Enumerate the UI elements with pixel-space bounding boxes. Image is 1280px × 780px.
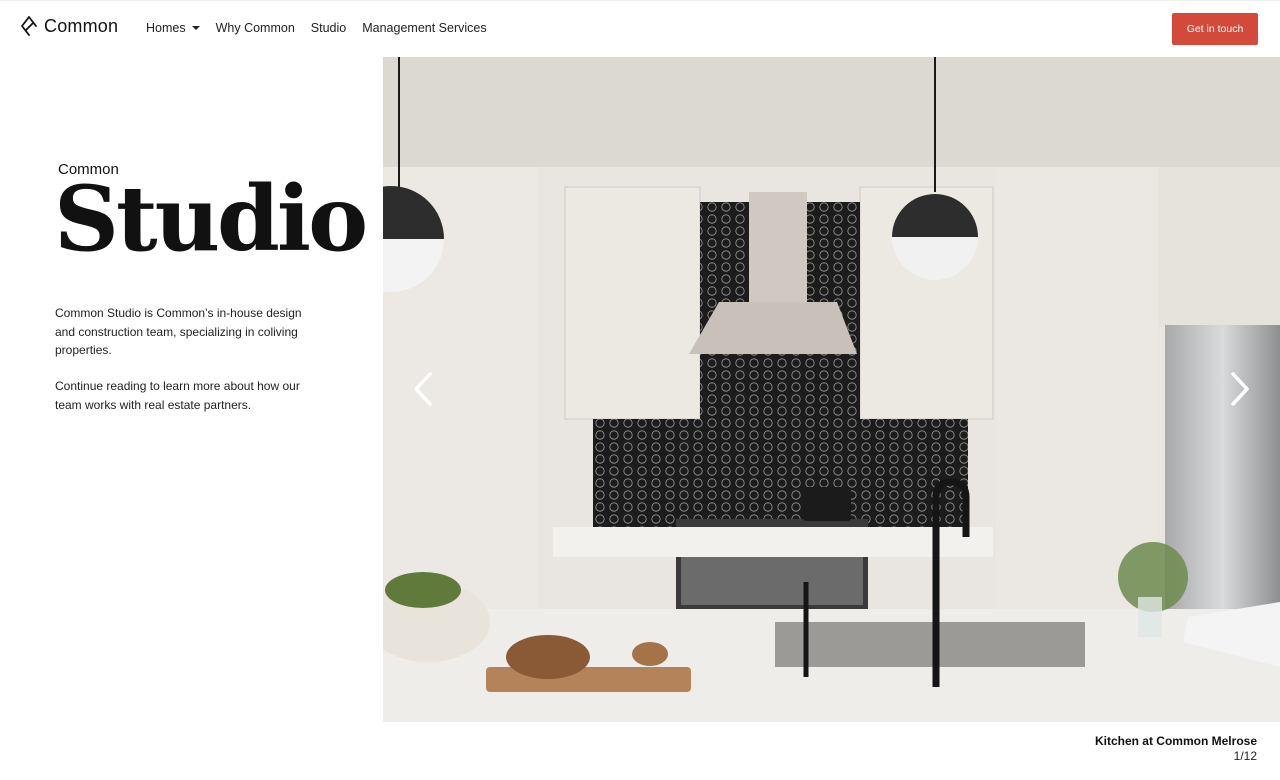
intro-paragraph: Common Studio is Common’s in-house desig… <box>55 306 302 357</box>
nav-homes-label: Homes <box>146 21 186 35</box>
nav-management-services[interactable]: Management Services <box>362 21 486 35</box>
nav-management-services-label: Management Services <box>362 21 487 35</box>
brand-name: Common <box>44 15 119 36</box>
nav-homes[interactable]: Homes <box>146 21 200 35</box>
gallery-prev-button[interactable] <box>403 369 443 409</box>
nav-why-common[interactable]: Why Common <box>216 21 295 35</box>
common-logo-icon <box>21 16 37 36</box>
get-in-touch-button[interactable]: Get in touch <box>1172 13 1258 45</box>
continue-paragraph: Continue reading to learn more about how… <box>55 379 300 412</box>
gallery-image <box>383 57 1280 722</box>
gallery-caption: Kitchen at Common Melrose 1/12 <box>1095 734 1257 764</box>
gallery-counter: 1/12 <box>1233 749 1257 763</box>
chevron-right-icon <box>1231 372 1249 406</box>
chevron-left-icon <box>414 372 432 406</box>
nav-studio[interactable]: Studio <box>311 21 346 35</box>
top-navigation-bar: Common Homes Why Common Studio Managemen… <box>0 0 1280 56</box>
nav-studio-label: Studio <box>310 21 347 35</box>
page-title: Studio <box>54 166 368 272</box>
kitchen-photo <box>383 57 1280 722</box>
brand-logo-link[interactable]: Common <box>20 15 118 37</box>
main-nav: Homes Why Common Studio Management Servi… <box>146 21 487 35</box>
gallery-caption-title: Kitchen at Common Melrose <box>1094 734 1257 748</box>
nav-why-common-label: Why Common <box>215 21 295 35</box>
gallery-next-button[interactable] <box>1220 369 1260 409</box>
caret-down-icon <box>191 26 200 30</box>
